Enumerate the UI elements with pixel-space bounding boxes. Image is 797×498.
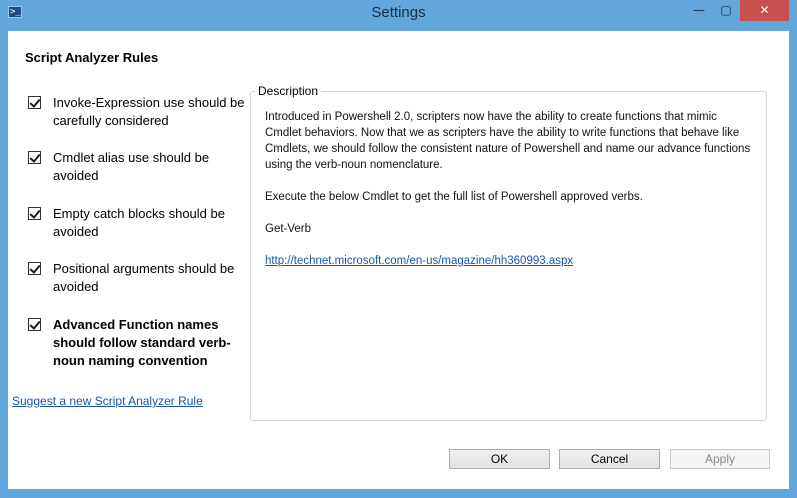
maximize-button[interactable]: ▢	[713, 0, 739, 21]
section-title: Script Analyzer Rules	[25, 50, 159, 65]
description-paragraph: Execute the below Cmdlet to get the full…	[265, 191, 643, 203]
window-title: Settings	[371, 4, 426, 21]
description-paragraph: Introduced in Powershell 2.0, scripters …	[265, 111, 751, 171]
description-text: Introduced in Powershell 2.0, scripters …	[265, 109, 755, 269]
rule-checkbox[interactable]	[28, 318, 41, 331]
title-bar[interactable]: >_ Settings — ▢ ✕	[0, 0, 797, 28]
rule-label[interactable]: Empty catch blocks should be avoided	[53, 205, 253, 241]
settings-window: >_ Settings — ▢ ✕ Script Analyzer Rules …	[0, 0, 797, 498]
description-legend: Description	[255, 84, 322, 98]
maximize-icon: ▢	[720, 3, 732, 17]
rule-checkbox[interactable]	[28, 262, 41, 275]
rule-label[interactable]: Advanced Function names should follow st…	[53, 316, 253, 370]
rule-checkbox[interactable]	[28, 96, 41, 109]
suggest-rule-link[interactable]: Suggest a new Script Analyzer Rule	[12, 394, 203, 408]
rule-checkbox[interactable]	[28, 207, 41, 220]
rule-label[interactable]: Positional arguments should be avoided	[53, 260, 253, 296]
rule-label[interactable]: Invoke-Expression use should be carefull…	[53, 94, 253, 130]
cancel-button[interactable]: Cancel	[559, 449, 660, 469]
minimize-button[interactable]: —	[686, 0, 712, 21]
ok-button[interactable]: OK	[449, 449, 550, 469]
description-link[interactable]: http://technet.microsoft.com/en-us/magaz…	[265, 255, 573, 267]
close-button[interactable]: ✕	[740, 0, 789, 21]
minimize-icon: —	[693, 3, 705, 17]
close-icon: ✕	[759, 3, 770, 17]
rule-checkbox[interactable]	[28, 151, 41, 164]
apply-button[interactable]: Apply	[670, 449, 770, 469]
description-cmdlet: Get-Verb	[265, 223, 312, 235]
settings-content: Script Analyzer Rules Invoke-Expression …	[8, 31, 789, 489]
rule-label[interactable]: Cmdlet alias use should be avoided	[53, 149, 253, 185]
